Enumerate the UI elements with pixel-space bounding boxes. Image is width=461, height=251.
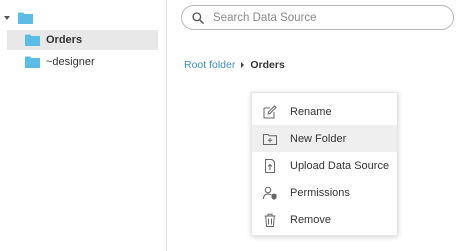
rename-icon [263,104,277,118]
context-menu: Rename New Folder Upload Data Source Per… [251,92,398,236]
menu-item-label: Rename [290,105,332,118]
menu-item-label: New Folder [290,132,347,145]
search-input[interactable] [213,11,433,24]
folder-icon [25,34,40,46]
chevron-right-icon [241,62,245,68]
tree-root-node[interactable] [4,9,33,27]
breadcrumb-current: Orders [250,59,285,71]
tree-item-designer[interactable]: ~designer [7,52,158,72]
folder-tree: Orders ~designer [0,0,166,251]
panel-divider [166,0,167,251]
folder-icon [25,56,40,68]
menu-item-upload-data-source[interactable]: Upload Data Source [252,152,397,179]
menu-item-label: Permissions [290,186,350,199]
new-folder-icon [263,133,277,145]
menu-item-label: Upload Data Source [290,159,390,172]
search-box[interactable] [181,5,454,30]
tree-item-label: ~designer [46,56,95,68]
caret-down-icon[interactable] [4,16,10,20]
permissions-icon [263,186,277,200]
menu-item-rename[interactable]: Rename [252,98,397,125]
search-icon [192,11,204,24]
tree-item-label: Orders [46,34,83,46]
breadcrumb: Root folder Orders [184,58,285,72]
menu-item-new-folder[interactable]: New Folder [252,125,397,152]
menu-item-permissions[interactable]: Permissions [252,179,397,206]
folder-icon [18,12,33,24]
upload-data-source-icon [265,158,275,173]
menu-item-remove[interactable]: Remove [252,206,397,233]
menu-item-label: Remove [290,213,331,226]
trash-icon [264,213,276,227]
tree-item-orders[interactable]: Orders [7,30,158,50]
data-source-browser: Orders ~designer Root folder Orders [0,0,461,251]
breadcrumb-root-link[interactable]: Root folder [184,59,235,71]
